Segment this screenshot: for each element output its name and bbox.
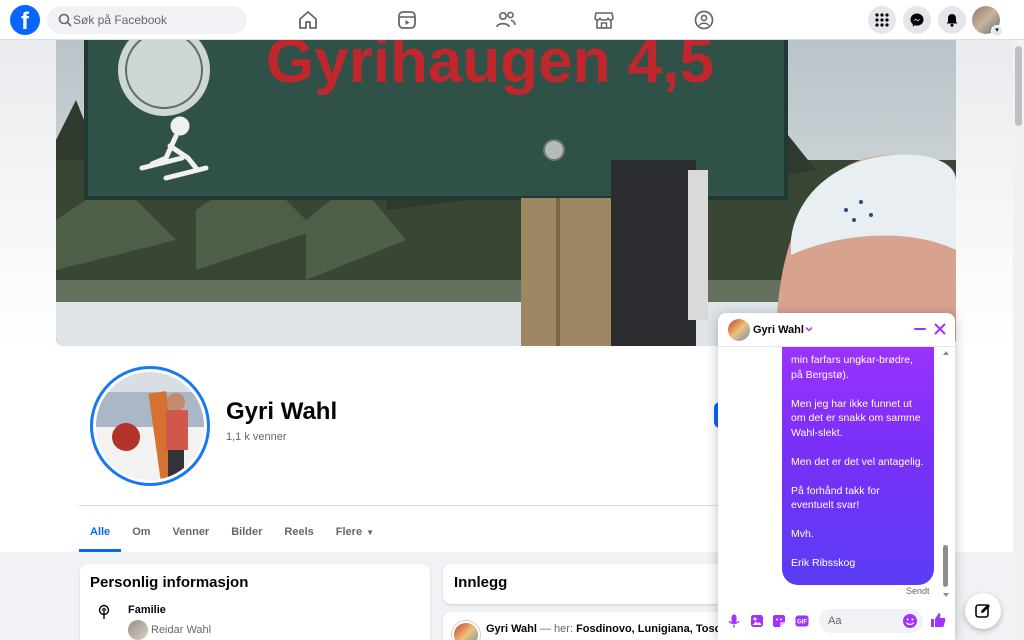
- profile-picture[interactable]: [90, 366, 210, 486]
- page-scrollbar-thumb[interactable]: [1015, 46, 1022, 126]
- chat-avatar[interactable]: [728, 319, 750, 341]
- compose-icon: [975, 604, 990, 618]
- microphone-icon[interactable]: [726, 613, 742, 629]
- menu-grid-icon[interactable]: [868, 6, 896, 34]
- post-place[interactable]: Fosdinovo, Lunigiana, Toscana: [576, 623, 726, 635]
- chevron-down-icon: ▾: [991, 25, 1003, 37]
- tab-flere[interactable]: Flere ▼: [325, 512, 385, 552]
- posts-header-card: Innlegg: [443, 564, 733, 604]
- post-header-text: Gyri Wahl — her: Fosdinovo, Lunigiana, T…: [486, 623, 726, 635]
- family-label: Familie: [128, 604, 166, 616]
- tab-reels[interactable]: Reels: [273, 512, 324, 552]
- groups-icon[interactable]: [692, 8, 716, 32]
- emoji-icon[interactable]: [902, 613, 918, 629]
- family-icon: [98, 604, 110, 619]
- post-author[interactable]: Gyri Wahl: [486, 623, 537, 635]
- svg-text:GIF: GIF: [797, 620, 807, 626]
- posts-title: Innlegg: [454, 574, 508, 591]
- message-line: Erik Ribsskog: [791, 557, 856, 569]
- facebook-logo[interactable]: f: [10, 5, 40, 35]
- marketplace-icon[interactable]: [592, 8, 616, 32]
- tab-flere-label: Flere: [335, 526, 363, 538]
- search-icon: [58, 13, 72, 27]
- message-input[interactable]: [828, 609, 898, 633]
- tab-venner[interactable]: Venner: [162, 512, 221, 552]
- chat-contact-name[interactable]: Gyri Wahl: [753, 324, 804, 336]
- home-icon[interactable]: [296, 8, 320, 32]
- tab-bilder[interactable]: Bilder: [220, 512, 273, 552]
- chat-composer: GIF: [718, 603, 955, 640]
- family-member-name[interactable]: Reidar Wahl: [151, 624, 211, 636]
- chevron-down-icon[interactable]: [804, 324, 814, 334]
- message-line: Mvh.: [791, 528, 814, 540]
- photo-icon[interactable]: [749, 613, 765, 629]
- profile-tabs: Alle Om Venner Bilder Reels Flere ▼: [79, 512, 385, 552]
- messenger-icon[interactable]: [903, 6, 931, 34]
- top-navigation-bar: f ▾: [0, 0, 1024, 40]
- scroll-down-icon[interactable]: [942, 591, 950, 599]
- post-separator: — her:: [536, 623, 577, 635]
- personal-info-title: Personlig informasjon: [90, 574, 249, 591]
- caret-down-icon: ▼: [366, 527, 374, 537]
- chat-messages[interactable]: min farfars ungkar-brødre, på Bergstø). …: [718, 347, 955, 599]
- account-avatar[interactable]: ▾: [972, 6, 1003, 37]
- post-author-avatar[interactable]: [452, 621, 480, 640]
- new-message-button[interactable]: [965, 593, 1001, 629]
- message-bubble[interactable]: min farfars ungkar-brødre, på Bergstø). …: [782, 347, 934, 585]
- search-box[interactable]: [47, 6, 247, 34]
- friends-icon[interactable]: [494, 8, 518, 32]
- scroll-up-icon[interactable]: [942, 349, 950, 357]
- svg-text:Gyrihaugen 4,5: Gyrihaugen 4,5: [266, 40, 714, 96]
- message-input-box[interactable]: [819, 609, 923, 633]
- minimize-icon[interactable]: [913, 322, 927, 336]
- video-icon[interactable]: [395, 8, 419, 32]
- message-line: På forhånd takk for eventuelt svar!: [791, 484, 880, 512]
- tab-alle[interactable]: Alle: [79, 512, 122, 552]
- tab-om[interactable]: Om: [121, 512, 161, 552]
- post-card: Gyri Wahl — her: Fosdinovo, Lunigiana, T…: [443, 612, 733, 640]
- family-member-avatar[interactable]: [128, 620, 148, 640]
- friends-count[interactable]: 1,1 k venner: [226, 431, 287, 443]
- chat-window: Gyri Wahl min farfars ungkar-brødre, på …: [718, 313, 955, 640]
- personal-info-card: Personlig informasjon Familie Reidar Wah…: [80, 564, 430, 640]
- gif-icon[interactable]: GIF: [794, 613, 810, 629]
- sent-status: Sendt: [906, 586, 930, 596]
- search-input[interactable]: [73, 6, 243, 34]
- chat-header[interactable]: Gyri Wahl: [718, 313, 955, 347]
- message-line: Men jeg har ikke funnet ut om det er sna…: [791, 397, 921, 439]
- thumbs-up-icon[interactable]: [929, 611, 947, 629]
- message-line: min farfars ungkar-brødre, på Bergstø).: [791, 354, 913, 381]
- chat-scrollbar-thumb[interactable]: [943, 545, 948, 587]
- cover-photo[interactable]: Gyrihaugen 4,5: [56, 40, 956, 346]
- page-scrollbar[interactable]: [1013, 40, 1024, 640]
- notifications-icon[interactable]: [938, 6, 966, 34]
- sticker-icon[interactable]: [771, 613, 787, 629]
- close-icon[interactable]: [933, 322, 947, 336]
- message-line: Men det er det vel antagelig.: [791, 455, 924, 468]
- profile-name: Gyri Wahl: [226, 398, 338, 425]
